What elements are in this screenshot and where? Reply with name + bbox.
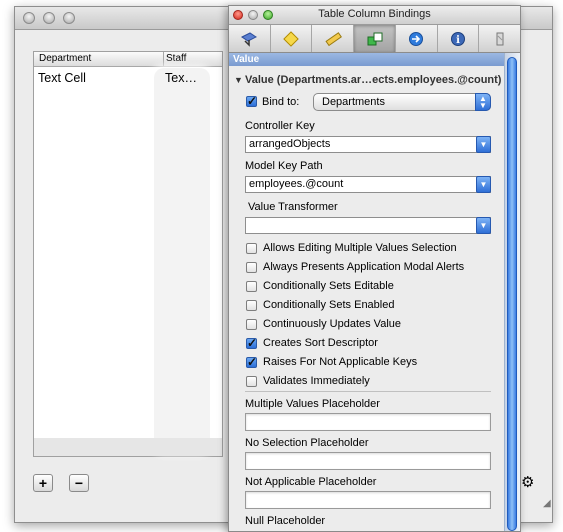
combo-arrow-icon[interactable]: ▼ (476, 217, 491, 234)
effects-icon (283, 30, 299, 47)
applescript-icon (496, 32, 504, 45)
tab-applescript[interactable] (479, 25, 520, 52)
staff-text-cell[interactable]: Tex… (165, 71, 197, 85)
attributes-icon (241, 31, 258, 47)
disclosure-triangle-icon[interactable]: ▼ (234, 75, 243, 85)
value-transformer-combo[interactable]: ▼ (245, 217, 491, 234)
departments-table[interactable]: Department Staff Text Cell Tex… (33, 51, 223, 457)
placeholder-label: Not Applicable Placeholder (245, 476, 377, 488)
model-key-path-combo[interactable]: employees.@count ▼ (245, 176, 491, 193)
combo-arrow-icon[interactable]: ▼ (476, 176, 491, 193)
scrollbar-thumb[interactable] (507, 57, 517, 531)
controller-key-label: Controller Key (245, 120, 315, 132)
option-checkbox[interactable] (246, 319, 257, 330)
section-header-value: Value (229, 53, 505, 66)
identity-icon: i (450, 31, 465, 46)
option-label[interactable]: Conditionally Sets Editable (263, 280, 394, 292)
inspector-scrollbar[interactable] (504, 53, 520, 531)
tab-bindings[interactable] (354, 25, 396, 52)
column-header-department[interactable]: Department (39, 53, 91, 64)
close-window-button[interactable] (23, 12, 35, 24)
value-transformer-label: Value Transformer (248, 201, 338, 213)
inspector-panel: Table Column Bindings i Value ▼ Value (D… (228, 5, 521, 532)
option-label[interactable]: Raises For Not Applicable Keys (263, 356, 417, 368)
minimize-window-button[interactable] (43, 12, 55, 24)
connections-icon (409, 31, 424, 46)
combo-arrow-icon[interactable]: ▼ (476, 136, 491, 153)
value-binding-header: Value (Departments.ar…ects.employees.@co… (245, 74, 502, 86)
not-applicable-placeholder-field[interactable] (245, 491, 491, 509)
model-key-path-value: employees.@count (249, 178, 344, 190)
column-header-staff[interactable]: Staff (166, 53, 186, 64)
tab-size[interactable] (312, 25, 355, 52)
placeholder-label: Multiple Values Placeholder (245, 398, 380, 410)
placeholder-label: Null Placeholder (245, 515, 326, 527)
option-checkbox[interactable] (246, 262, 257, 273)
bind-to-checkbox[interactable] (246, 94, 257, 108)
option-label[interactable]: Validates Immediately (263, 375, 370, 387)
no-selection-placeholder-field[interactable] (245, 452, 491, 470)
inspector-title: Table Column Bindings (318, 8, 431, 20)
gear-icon[interactable]: ⚙ (521, 474, 537, 492)
zoom-window-button[interactable] (63, 12, 75, 24)
remove-button[interactable]: − (69, 474, 89, 492)
bind-to-label: Bind to: (262, 96, 300, 108)
resize-grip-icon[interactable]: ◢ (543, 498, 551, 509)
bind-to-popup[interactable]: Departments ▲ ▼ (313, 93, 491, 111)
separator (245, 391, 491, 392)
option-checkbox[interactable] (246, 281, 257, 292)
tab-effects[interactable] (271, 25, 313, 52)
selected-column-highlight (154, 68, 210, 452)
popup-arrows-icon: ▲ ▼ (475, 93, 491, 111)
inspector-tabs: i (229, 25, 520, 53)
tab-attributes[interactable] (229, 25, 271, 52)
option-label[interactable]: Creates Sort Descriptor (263, 337, 378, 349)
option-checkbox[interactable] (246, 243, 257, 254)
option-checkbox[interactable] (246, 300, 257, 311)
add-button[interactable]: + (33, 474, 53, 492)
table-header: Department Staff (34, 52, 222, 67)
svg-text:i: i (456, 35, 460, 46)
tab-connections[interactable] (396, 25, 438, 52)
inspector-titlebar: Table Column Bindings (229, 6, 520, 25)
bindings-content: ▼ Value (Departments.ar…ects.employees.@… (229, 66, 505, 531)
table-bottom-area (34, 438, 222, 456)
multiple-values-placeholder-field[interactable] (245, 413, 491, 431)
column-divider[interactable] (163, 52, 164, 66)
option-label[interactable]: Allows Editing Multiple Values Selection (263, 242, 457, 254)
placeholder-label: No Selection Placeholder (245, 437, 369, 449)
controller-key-value: arrangedObjects (249, 138, 331, 150)
bind-to-value: Departments (322, 96, 385, 108)
option-label[interactable]: Conditionally Sets Enabled (263, 299, 394, 311)
option-label[interactable]: Always Presents Application Modal Alerts (263, 261, 464, 273)
size-icon (325, 31, 342, 46)
option-checkbox[interactable] (246, 336, 257, 350)
option-checkbox[interactable] (246, 355, 257, 369)
bindings-icon (367, 32, 383, 45)
option-label[interactable]: Continuously Updates Value (263, 318, 401, 330)
department-text-cell[interactable]: Text Cell (38, 71, 86, 85)
tab-identity[interactable]: i (438, 25, 480, 52)
option-checkbox[interactable] (246, 376, 257, 387)
model-key-path-label: Model Key Path (245, 160, 323, 172)
controller-key-combo[interactable]: arrangedObjects ▼ (245, 136, 491, 153)
